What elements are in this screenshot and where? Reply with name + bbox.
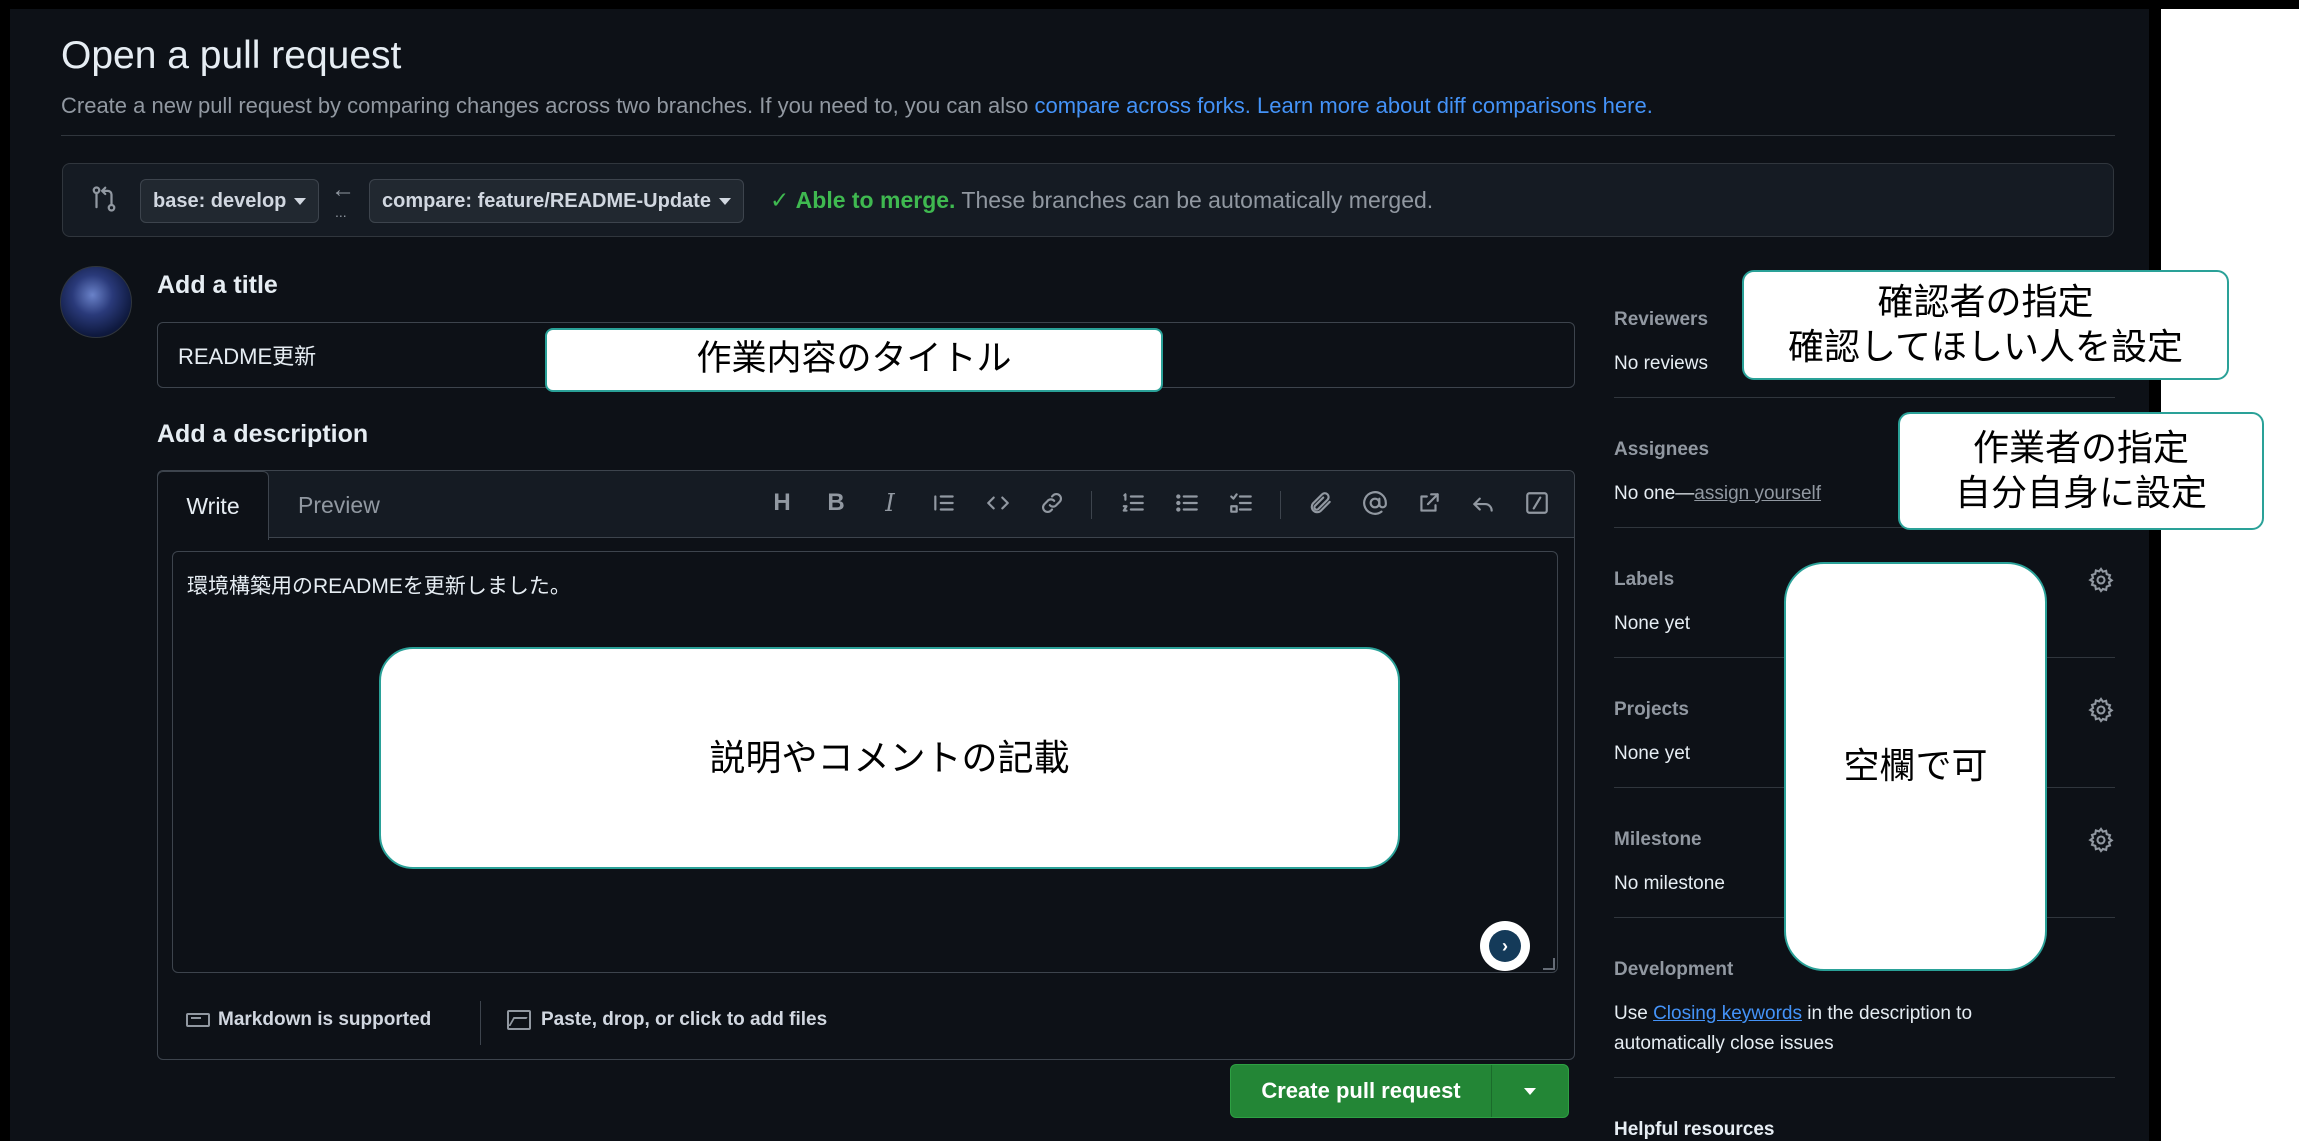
assignees-annotation-line1: 作業者の指定 [1972, 428, 2189, 469]
mention-icon[interactable] [1358, 486, 1392, 520]
compare-branch-label: compare: feature/README-Update [382, 189, 711, 212]
page-subtitle: Create a new pull request by comparing c… [61, 93, 1653, 119]
markdown-note[interactable]: Markdown is supported [186, 1009, 431, 1031]
compare-branch-select[interactable]: compare: feature/README-Update [369, 179, 744, 223]
paperclip-icon[interactable] [1304, 486, 1338, 520]
sidebar-divider [1614, 397, 2115, 398]
editor-toolbar: Write Preview H B I [157, 471, 1574, 540]
chevron-down-icon [718, 197, 731, 205]
bold-icon[interactable]: B [819, 486, 853, 520]
title-label: Add a title [157, 271, 278, 299]
chevron-down-icon [1524, 1087, 1536, 1095]
create-options-dropdown[interactable] [1492, 1065, 1568, 1117]
check-icon: ✓ [770, 187, 790, 213]
sidebar-divider [1614, 1077, 2115, 1078]
markdown-icon [186, 1013, 210, 1027]
closing-keywords-link[interactable]: Closing keywords [1653, 1003, 1802, 1024]
description-text: 環境構築用のREADMEを更新しました。 [187, 575, 571, 598]
base-branch-select[interactable]: base: develop [140, 179, 320, 223]
milestone-value: No milestone [1614, 873, 1725, 894]
tab-preview[interactable]: Preview [298, 471, 380, 539]
assignees-title[interactable]: Assignees [1614, 439, 1709, 461]
screenshot-frame-left [0, 0, 10, 1141]
projects-title[interactable]: Projects [1614, 699, 1689, 721]
screenshot-frame-right [2149, 0, 2161, 1141]
optional-fields-annotation-text: 空欄で可 [1843, 746, 1988, 787]
reviewers-title[interactable]: Reviewers [1614, 309, 1708, 331]
reviewers-annotation-line2: 確認してほしい人を設定 [1788, 327, 2183, 368]
create-pull-request-button: Create pull request [1230, 1064, 1569, 1118]
assignees-annotation: 作業者の指定 自分自身に設定 [1898, 412, 2264, 530]
arrow-dots: ... [335, 204, 347, 220]
heading-icon[interactable]: H [765, 486, 799, 520]
reviewers-annotation-line1: 確認者の指定 [1877, 282, 2094, 323]
optional-fields-annotation: 空欄で可 [1784, 562, 2047, 971]
description-annotation-text: 説明やコメントの記載 [709, 737, 1070, 779]
ordered-list-icon[interactable] [1116, 486, 1150, 520]
link-icon[interactable] [1035, 486, 1069, 520]
assignees-none: No one— [1614, 483, 1695, 504]
merge-ok-text: Able to merge. [795, 187, 956, 213]
title-input-value: README更新 [178, 344, 317, 369]
attach-files-button[interactable]: Paste, drop, or click to add files [507, 1009, 827, 1031]
milestone-title[interactable]: Milestone [1614, 829, 1702, 851]
screenshot-frame-top [0, 0, 2299, 9]
slash-command-icon[interactable] [1520, 486, 1554, 520]
tab-write[interactable]: Write [157, 471, 269, 540]
description-annotation: 説明やコメントの記載 [379, 647, 1400, 869]
assistant-icon: › [1489, 930, 1521, 962]
footer-divider [480, 1001, 481, 1045]
gear-icon[interactable] [2087, 826, 2115, 854]
labels-title[interactable]: Labels [1614, 569, 1674, 591]
assignees-annotation-line2: 自分自身に設定 [1954, 473, 2207, 514]
merge-status-text: These branches can be automatically merg… [955, 187, 1434, 213]
attach-files-text: Paste, drop, or click to add files [541, 1009, 828, 1030]
unordered-list-icon[interactable] [1170, 486, 1204, 520]
toolbar-divider [1280, 491, 1281, 519]
labels-value: None yet [1614, 613, 1691, 634]
branch-compare-bar: base: develop ← ... compare: feature/REA… [62, 163, 2114, 237]
development-prefix: Use [1614, 1003, 1654, 1024]
gear-icon[interactable] [2087, 566, 2115, 594]
reviewers-value: No reviews [1614, 353, 1708, 374]
development-text: Use Closing keywords in the description … [1614, 999, 2034, 1059]
assignees-value: No one—assign yourself [1614, 483, 1821, 505]
code-icon[interactable] [981, 486, 1015, 520]
page-title: Open a pull request [61, 34, 402, 77]
compare-forks-link[interactable]: compare across forks. [1034, 93, 1250, 118]
task-list-icon[interactable] [1224, 486, 1258, 520]
base-branch-label: base: develop [153, 189, 287, 212]
avatar[interactable] [60, 266, 132, 338]
gear-icon[interactable] [2087, 696, 2115, 724]
development-title: Development [1614, 959, 1734, 980]
description-label: Add a description [157, 420, 369, 448]
projects-value: None yet [1614, 743, 1691, 764]
assign-yourself-link[interactable]: assign yourself [1694, 483, 1821, 504]
create-pull-request-main[interactable]: Create pull request [1231, 1065, 1491, 1117]
helpful-resources-title: Helpful resources [1614, 1119, 1775, 1140]
toolbar-divider [1091, 491, 1092, 519]
image-icon [507, 1010, 531, 1030]
merge-status: ✓ Able to merge. These branches can be a… [770, 187, 1433, 214]
title-annotation-text: 作業内容のタイトル [696, 339, 1012, 380]
reviewers-annotation: 確認者の指定 確認してほしい人を設定 [1742, 270, 2229, 380]
resize-handle[interactable] [1543, 958, 1555, 970]
chevron-down-icon [294, 197, 307, 205]
italic-icon[interactable]: I [873, 486, 907, 520]
divider [61, 135, 2115, 136]
markdown-note-text: Markdown is supported [218, 1009, 432, 1030]
cross-reference-icon[interactable] [1412, 486, 1446, 520]
assistant-button[interactable]: › [1480, 921, 1530, 971]
reply-icon[interactable] [1466, 486, 1500, 520]
git-compare-icon [89, 184, 119, 216]
title-annotation: 作業内容のタイトル [545, 328, 1163, 392]
editor-footer: Markdown is supported Paste, drop, or cl… [158, 987, 1574, 1059]
subtitle-text: Create a new pull request by comparing c… [61, 93, 1035, 118]
quote-icon[interactable] [927, 486, 961, 520]
diff-comparisons-link[interactable]: Learn more about diff comparisons here. [1257, 93, 1653, 118]
arrow-left-icon: ← [331, 176, 355, 203]
